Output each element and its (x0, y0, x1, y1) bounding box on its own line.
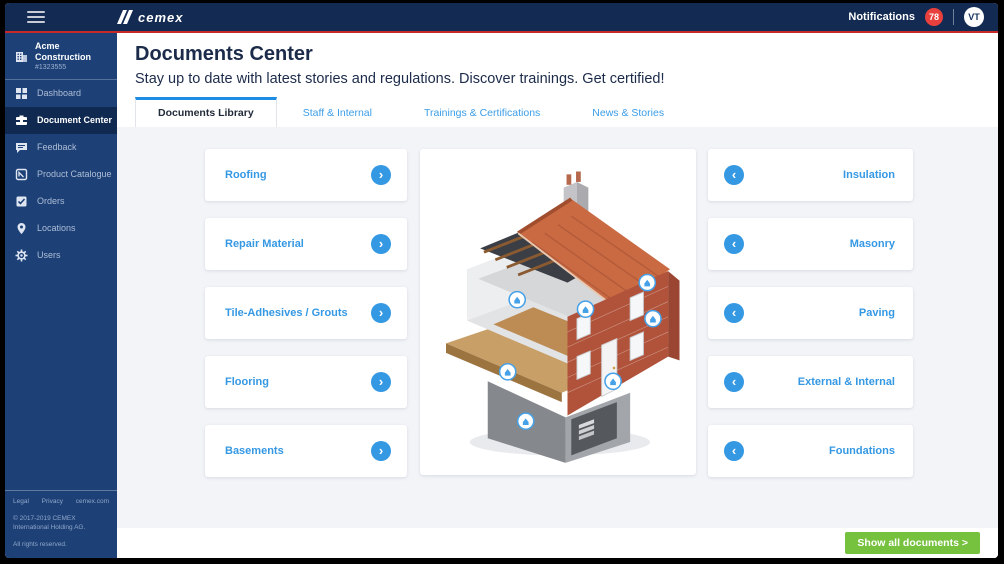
category-label: Flooring (225, 376, 269, 388)
category-label: Basements (225, 445, 284, 457)
chevron-right-icon[interactable]: › (371, 372, 391, 392)
sidebar-footer: Legal Privacy cemex.com © 2017-2019 CEME… (5, 489, 117, 559)
account-name: Acme Construction (35, 41, 91, 62)
notifications-label[interactable]: Notifications (848, 11, 915, 23)
chevron-left-icon[interactable]: ‹ (724, 165, 744, 185)
house-cutaway-illustration (445, 171, 680, 463)
page-subtitle: Stay up to date with latest stories and … (135, 71, 665, 87)
account-switcher[interactable]: Acme Construction #1323555 (5, 33, 117, 80)
chevron-left-icon[interactable]: ‹ (724, 234, 744, 254)
category-card-foundations[interactable]: ‹ Foundations (708, 425, 913, 477)
top-bar: cemex Notifications 78 VT (5, 3, 998, 31)
chevron-right-icon[interactable]: › (371, 303, 391, 323)
legal-link[interactable]: Legal (13, 498, 29, 505)
privacy-link[interactable]: Privacy (42, 498, 63, 505)
sidebar-item-product-catalogue[interactable]: Product Catalogue (5, 161, 117, 188)
page-title: Documents Center (135, 43, 313, 65)
chevron-left-icon[interactable]: ‹ (724, 441, 744, 461)
hamburger-menu-icon[interactable] (27, 11, 45, 23)
category-card-masonry[interactable]: ‹ Masonry (708, 218, 913, 270)
sidebar-item-label: Dashboard (37, 88, 82, 99)
sidebar-item-label: Orders (37, 196, 65, 207)
sidebar-item-label: Product Catalogue (37, 169, 112, 180)
category-label: Insulation (843, 169, 895, 181)
map-pin-icon (17, 222, 26, 234)
chevron-left-icon[interactable]: ‹ (724, 303, 744, 323)
category-label: External & Internal (797, 376, 895, 388)
rights-reserved: All rights reserved. (13, 541, 67, 548)
category-card-repair-material[interactable]: Repair Material › (205, 218, 407, 270)
show-all-documents-button[interactable]: Show all documents > (845, 532, 980, 554)
sidebar-item-users[interactable]: Users (5, 242, 117, 269)
copyright-line2: International Holding AG. (13, 524, 86, 532)
sidebar-item-locations[interactable]: Locations (5, 215, 117, 242)
category-card-external-internal[interactable]: ‹ External & Internal (708, 356, 913, 408)
tab-staff-internal[interactable]: Staff & Internal (277, 99, 398, 127)
category-card-insulation[interactable]: ‹ Insulation (708, 149, 913, 201)
chevron-right-icon[interactable]: › (371, 165, 391, 185)
category-label: Foundations (829, 445, 895, 457)
house-cutaway-image (420, 149, 696, 475)
tab-documents-library[interactable]: Documents Library (135, 97, 277, 127)
bottom-bar: Show all documents > (117, 528, 998, 558)
documents-library-panel: Roofing › Repair Material › Tile-Adhesiv… (117, 127, 998, 528)
category-label: Repair Material (225, 238, 304, 250)
category-card-roofing[interactable]: Roofing › (205, 149, 407, 201)
sidebar-item-label: Locations (37, 223, 76, 234)
category-label: Masonry (849, 238, 895, 250)
sidebar-item-feedback[interactable]: Feedback (5, 134, 117, 161)
category-card-basements[interactable]: Basements › (205, 425, 407, 477)
cemex-com-link[interactable]: cemex.com (76, 498, 109, 505)
catalogue-tag-icon (15, 168, 28, 180)
notifications-badge[interactable]: 78 (925, 8, 943, 26)
topbar-divider (953, 9, 954, 25)
gear-icon (15, 249, 28, 262)
app-window: cemex Notifications 78 VT Acme Construct (0, 0, 1004, 564)
sidebar: Acme Construction #1323555 Dashboard Doc… (5, 33, 117, 558)
category-card-tile-adhesives-grouts[interactable]: Tile-Adhesives / Grouts › (205, 287, 407, 339)
tab-news-stories[interactable]: News & Stories (566, 99, 690, 127)
chevron-right-icon[interactable]: › (371, 441, 391, 461)
sidebar-item-document-center[interactable]: Document Center (5, 106, 117, 134)
sidebar-item-label: Users (37, 250, 61, 261)
dashboard-grid-icon (16, 87, 27, 99)
sidebar-item-orders[interactable]: Orders (5, 188, 117, 215)
chevron-right-icon[interactable]: › (371, 234, 391, 254)
cemex-logo: cemex (111, 10, 183, 25)
chevron-left-icon[interactable]: ‹ (724, 372, 744, 392)
user-avatar[interactable]: VT (964, 7, 984, 27)
tab-trainings-certifications[interactable]: Trainings & Certifications (398, 99, 566, 127)
category-card-paving[interactable]: ‹ Paving (708, 287, 913, 339)
right-category-column: ‹ Insulation ‹ Masonry ‹ Paving ‹ Extern… (708, 149, 913, 528)
category-label: Paving (858, 307, 895, 319)
document-center-icon (16, 115, 27, 125)
main-area: Documents Center Stay up to date with la… (117, 33, 998, 558)
account-number: #1323555 (35, 63, 67, 71)
chat-bubble-icon (16, 142, 27, 153)
checkbox-icon (16, 196, 27, 207)
copyright-line1: © 2017-2019 CEMEX (13, 514, 76, 522)
tab-bar: Documents Library Staff & Internal Train… (135, 97, 998, 127)
cemex-logo-mark (117, 10, 133, 24)
left-category-column: Roofing › Repair Material › Tile-Adhesiv… (205, 149, 407, 528)
sidebar-item-label: Feedback (37, 142, 77, 153)
cemex-logo-text: cemex (138, 9, 184, 25)
sidebar-item-dashboard[interactable]: Dashboard (5, 80, 117, 107)
category-label: Roofing (225, 169, 267, 181)
category-card-flooring[interactable]: Flooring › (205, 356, 407, 408)
category-label: Tile-Adhesives / Grouts (225, 307, 348, 319)
sidebar-item-label: Document Center (37, 115, 113, 126)
building-icon (16, 52, 27, 63)
